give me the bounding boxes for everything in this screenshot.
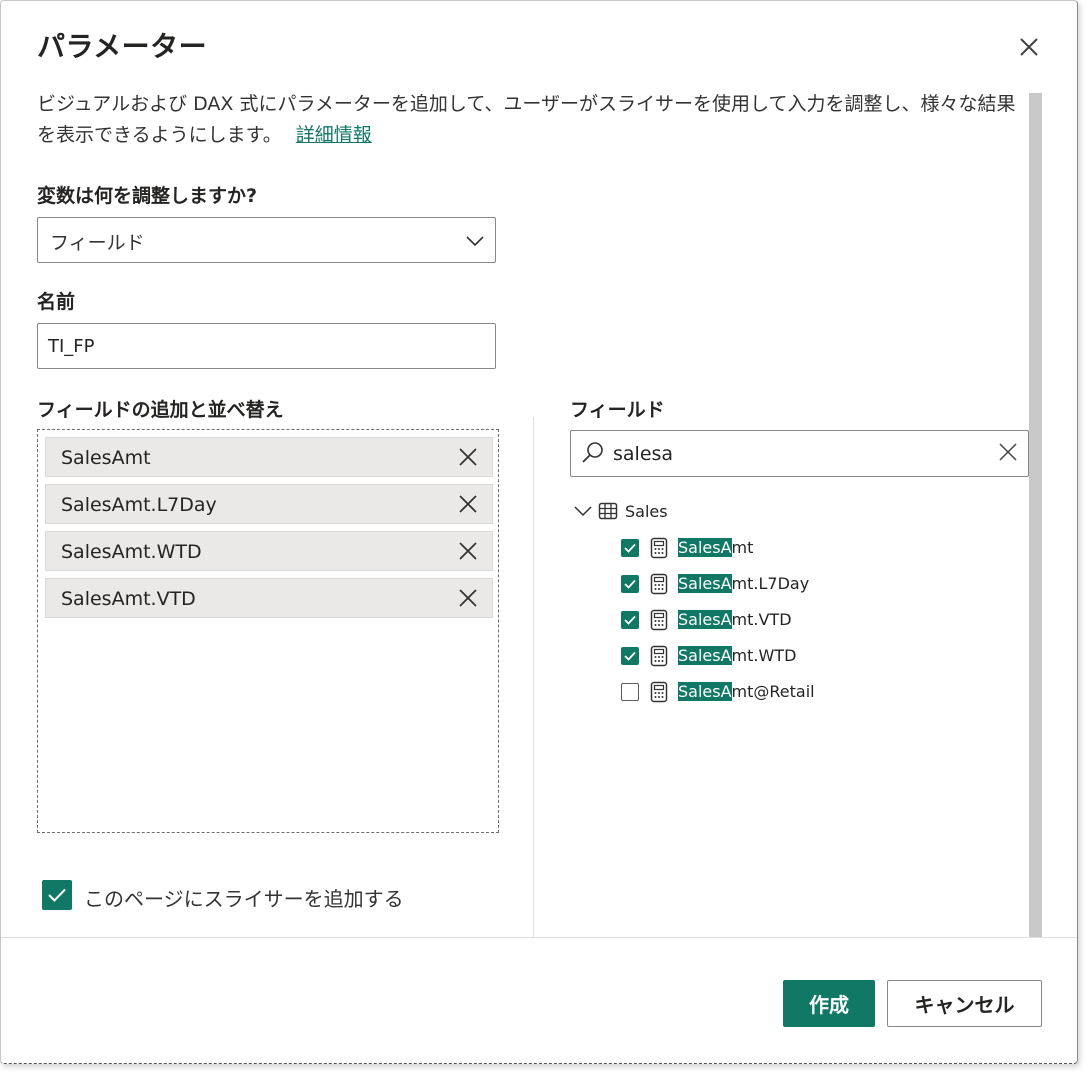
field-label: SalesAmt.WTD [678, 646, 796, 665]
field-checkbox[interactable] [621, 647, 639, 665]
table-icon [598, 502, 618, 524]
calculator-icon [650, 537, 668, 563]
create-button[interactable]: 作成 [783, 980, 875, 1027]
add-slicer-checkbox[interactable] [42, 880, 72, 910]
selected-field-label: SalesAmt.L7Day [61, 494, 217, 516]
calculator-icon [650, 645, 668, 671]
chevron-down-icon [465, 231, 485, 256]
variable-label: 変数は何を調整しますか? [37, 185, 258, 207]
calculator-icon [650, 681, 668, 707]
calculator-icon [650, 609, 668, 635]
field-checkbox[interactable] [621, 539, 639, 557]
name-input-value: TI_FP [48, 336, 95, 357]
cancel-button[interactable]: キャンセル [887, 980, 1042, 1027]
variable-dropdown-value: フィールド [50, 232, 145, 254]
table-name: Sales [625, 502, 668, 521]
remove-icon[interactable] [458, 494, 478, 514]
learn-more-link[interactable]: 詳細情報 [296, 124, 372, 146]
field-label-highlight: SalesA [678, 646, 732, 665]
field-label-rest: mt.L7Day [731, 574, 810, 593]
close-icon[interactable] [1015, 33, 1043, 61]
selected-field-label: SalesAmt [61, 447, 151, 469]
field-label-highlight: SalesA [678, 682, 732, 701]
field-label-highlight: SalesA [678, 574, 732, 593]
field-label-rest: mt.WTD [731, 646, 797, 665]
field-label-highlight: SalesA [678, 610, 732, 629]
scrollbar[interactable] [1029, 93, 1042, 938]
variable-dropdown[interactable]: フィールド [37, 217, 496, 263]
add-sort-fields-label: フィールドの追加と並べ替え [37, 399, 284, 421]
field-search-input[interactable]: salesa [570, 430, 1029, 477]
dialog-description: ビジュアルおよび DAX 式にパラメーターを追加して、ユーザーがスライサーを使用… [37, 89, 1017, 151]
field-checkbox[interactable] [621, 611, 639, 629]
description-text: ビジュアルおよび DAX 式にパラメーターを追加して、ユーザーがスライサーを使用… [37, 93, 1016, 146]
remove-icon[interactable] [458, 541, 478, 561]
fields-panel-label: フィールド [570, 399, 665, 421]
selected-field-item[interactable]: SalesAmt.WTD [45, 531, 493, 571]
field-label: SalesAmt@Retail [678, 682, 815, 701]
field-label-rest: mt [731, 538, 754, 557]
selected-field-label: SalesAmt.VTD [61, 588, 196, 610]
field-checkbox[interactable] [621, 575, 639, 593]
remove-icon[interactable] [458, 588, 478, 608]
selected-field-item[interactable]: SalesAmt [45, 437, 493, 477]
field-label-rest: mt.VTD [731, 610, 792, 629]
footer-divider [1, 937, 1077, 938]
field-label: SalesAmt [678, 538, 753, 557]
field-label-rest: mt@Retail [731, 682, 815, 701]
add-slicer-label: このページにスライサーを追加する [84, 887, 404, 911]
selected-fields-list[interactable]: SalesAmt SalesAmt.L7Day SalesAmt.WTD Sal… [37, 429, 499, 833]
search-icon [581, 441, 605, 469]
name-label: 名前 [37, 291, 76, 313]
field-label-highlight: SalesA [678, 538, 732, 557]
selected-field-label: SalesAmt.WTD [61, 541, 202, 563]
field-label: SalesAmt.VTD [678, 610, 792, 629]
dialog-title: パラメーター [37, 30, 208, 63]
calculator-icon [650, 573, 668, 599]
selected-field-item[interactable]: SalesAmt.VTD [45, 578, 493, 618]
selected-field-item[interactable]: SalesAmt.L7Day [45, 484, 493, 524]
panel-divider [533, 417, 534, 937]
chevron-down-icon[interactable] [573, 503, 593, 523]
search-value: salesa [613, 443, 674, 465]
remove-icon[interactable] [458, 447, 478, 467]
field-label: SalesAmt.L7Day [678, 574, 809, 593]
name-input[interactable]: TI_FP [37, 323, 496, 369]
parameter-dialog: パラメーター ビジュアルおよび DAX 式にパラメーターを追加して、ユーザーがス… [0, 0, 1078, 1064]
clear-search-icon[interactable] [998, 442, 1018, 462]
field-checkbox[interactable] [621, 683, 639, 701]
